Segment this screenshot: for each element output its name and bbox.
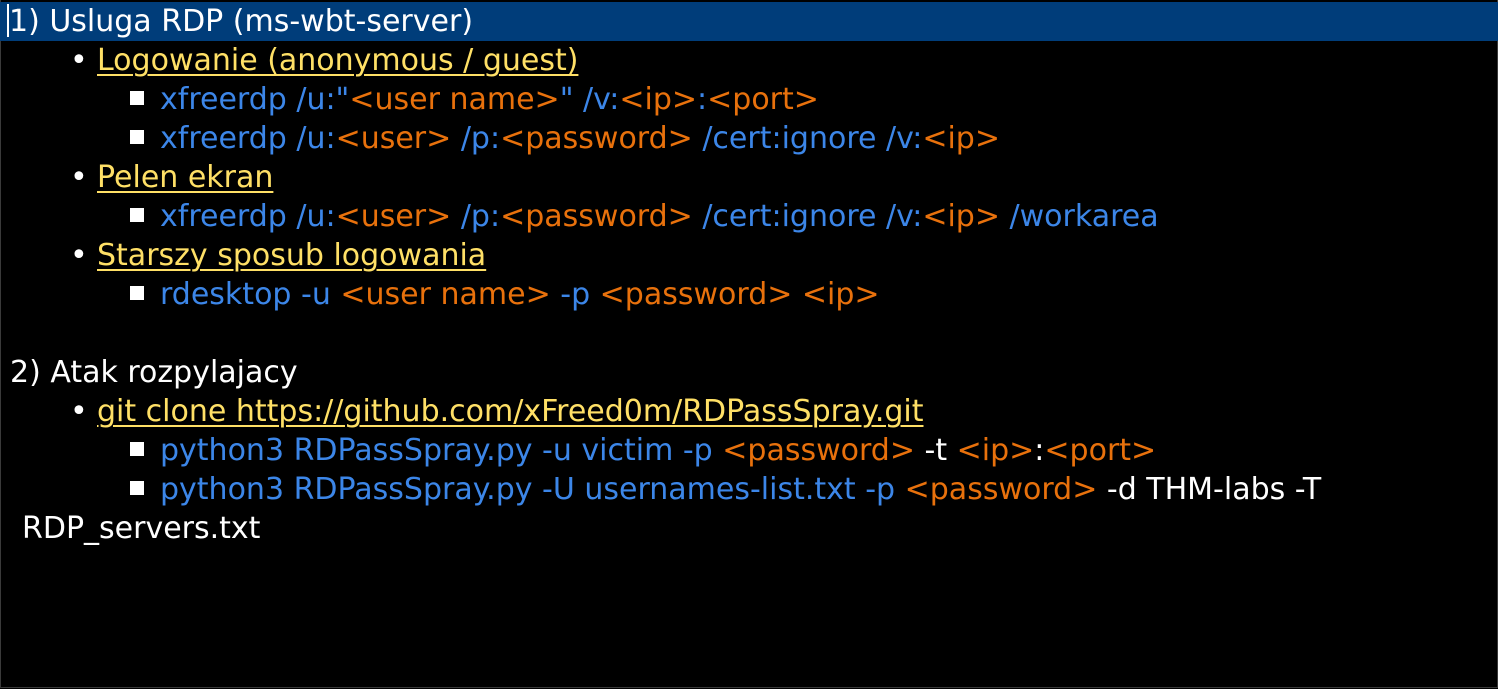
placeholder-token: <password> bbox=[722, 433, 915, 468]
command-token: : bbox=[1034, 433, 1045, 468]
command-line[interactable]: rdesktop -u <user name> -p <password> <i… bbox=[130, 275, 880, 314]
section-heading-rdp[interactable]: 1) Usluga RDP (ms-wbt-server) bbox=[0, 2, 1498, 41]
bullet-dot-icon: • bbox=[70, 238, 88, 273]
placeholder-token: <user name> bbox=[340, 277, 551, 312]
link-pelen-ekran[interactable]: Pelen ekran bbox=[97, 160, 273, 195]
command-line[interactable]: python3 RDPassSpray.py -u victim -p <pas… bbox=[130, 431, 1156, 470]
list-item-pelen-ekran[interactable]: • Pelen ekran bbox=[70, 158, 273, 197]
command-token: /p: bbox=[451, 121, 501, 156]
text-cursor bbox=[7, 4, 9, 37]
bullet-dot-icon: • bbox=[70, 43, 88, 78]
command-line[interactable]: xfreerdp /u:<user> /p:<password> /cert:i… bbox=[130, 119, 1000, 158]
bullet-dot-icon: • bbox=[70, 394, 88, 429]
command-line[interactable]: xfreerdp /u:"<user name>" /v:<ip>:<port> bbox=[130, 80, 819, 119]
placeholder-token: <user name> bbox=[349, 82, 560, 117]
placeholder-token: <password> bbox=[904, 472, 1098, 507]
command-text: rdesktop -u <user name> -p <password> <i… bbox=[160, 277, 880, 312]
bullet-square-icon bbox=[130, 286, 144, 300]
command-wrap-text: RDP_servers.txt bbox=[22, 511, 261, 546]
placeholder-token: <ip> bbox=[956, 433, 1035, 468]
command-line[interactable]: python3 RDPassSpray.py -U usernames-list… bbox=[130, 470, 1321, 509]
command-token: /cert:ignore /v: bbox=[692, 121, 923, 156]
placeholder-token: <ip> bbox=[801, 277, 880, 312]
command-token: /cert:ignore /v: bbox=[692, 199, 923, 234]
command-text: xfreerdp /u:<user> /p:<password> /cert:i… bbox=[160, 121, 1000, 156]
section-heading-text: 2) Atak rozpylajacy bbox=[10, 355, 298, 390]
section-heading-atak[interactable]: 2) Atak rozpylajacy bbox=[8, 353, 298, 392]
command-token: -t bbox=[914, 433, 957, 468]
command-text: python3 RDPassSpray.py -u victim -p <pas… bbox=[160, 433, 1156, 468]
placeholder-token: <password> bbox=[500, 199, 693, 234]
placeholder-token: <user> bbox=[335, 121, 452, 156]
command-token: : bbox=[697, 82, 708, 117]
command-token: /p: bbox=[451, 199, 501, 234]
link-logowanie[interactable]: Logowanie (anonymous / guest) bbox=[97, 43, 578, 78]
command-token: xfreerdp /u: bbox=[160, 199, 336, 234]
placeholder-token: <password> bbox=[500, 121, 693, 156]
command-token: python3 RDPassSpray.py -U usernames-list… bbox=[160, 472, 905, 507]
command-line[interactable]: xfreerdp /u:<user> /p:<password> /cert:i… bbox=[130, 197, 1159, 236]
command-token: python3 RDPassSpray.py -u victim -p bbox=[160, 433, 723, 468]
list-item-starszy-sposub[interactable]: • Starszy sposub logowania bbox=[70, 236, 486, 275]
command-token: xfreerdp /u:" bbox=[160, 82, 350, 117]
section-heading-text: 1) Usluga RDP (ms-wbt-server) bbox=[9, 4, 474, 39]
placeholder-token: <ip> bbox=[619, 82, 698, 117]
command-token: xfreerdp /u: bbox=[160, 121, 336, 156]
command-text: python3 RDPassSpray.py -U usernames-list… bbox=[160, 472, 1321, 507]
placeholder-token: <port> bbox=[1044, 433, 1157, 468]
link-starszy-sposub[interactable]: Starszy sposub logowania bbox=[97, 238, 486, 273]
bullet-square-icon bbox=[130, 208, 144, 222]
bullet-square-icon bbox=[130, 91, 144, 105]
placeholder-token: <password> bbox=[599, 277, 793, 312]
command-line-wrap[interactable]: RDP_servers.txt bbox=[22, 509, 260, 548]
command-text: xfreerdp /u:"<user name>" /v:<ip>:<port> bbox=[160, 82, 819, 117]
command-token: -p bbox=[550, 277, 600, 312]
placeholder-token: <ip> bbox=[922, 199, 1000, 234]
list-item-logowanie[interactable]: • Logowanie (anonymous / guest) bbox=[70, 41, 578, 80]
link-git-clone[interactable]: git clone https://github.com/xFreed0m/RD… bbox=[97, 394, 924, 429]
list-item-git-clone[interactable]: • git clone https://github.com/xFreed0m/R… bbox=[70, 392, 924, 431]
bullet-dot-icon: • bbox=[70, 160, 88, 195]
placeholder-token: <user> bbox=[335, 199, 452, 234]
bullet-square-icon bbox=[130, 442, 144, 456]
command-token: rdesktop -u bbox=[160, 277, 341, 312]
command-token: " /v: bbox=[559, 82, 620, 117]
command-token bbox=[792, 277, 802, 312]
bullet-square-icon bbox=[130, 130, 144, 144]
placeholder-token: <port> bbox=[707, 82, 819, 117]
command-token: -d THM-labs -T bbox=[1097, 472, 1322, 507]
command-text: xfreerdp /u:<user> /p:<password> /cert:i… bbox=[160, 199, 1159, 234]
command-token: /workarea bbox=[999, 199, 1159, 234]
placeholder-token: <ip> bbox=[922, 121, 1000, 156]
bullet-square-icon bbox=[130, 481, 144, 495]
